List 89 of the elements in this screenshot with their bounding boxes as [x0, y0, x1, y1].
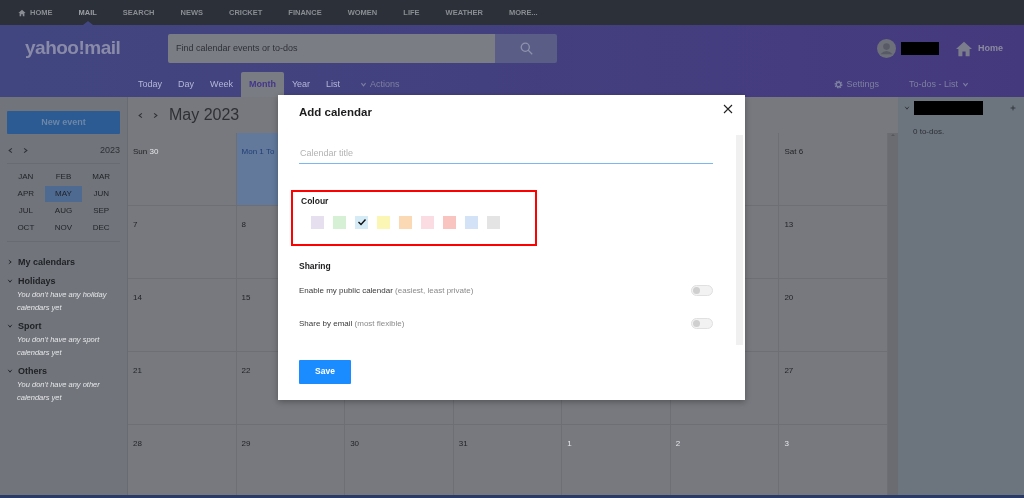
check-icon [356, 217, 367, 228]
toggle-switch[interactable] [691, 285, 713, 297]
calendar-group[interactable]: My calendars [18, 255, 76, 269]
day-cell[interactable]: Sun 30 [128, 133, 237, 206]
caret-icon[interactable] [360, 81, 368, 88]
expand-icon[interactable] [7, 259, 13, 266]
day-cell[interactable]: Sat 6 [779, 133, 888, 206]
search-field[interactable]: Find calendar events or to-dos [168, 34, 495, 63]
option-label: Share by email (most flexible) [299, 317, 405, 330]
day-label: 29 [241, 439, 251, 448]
search-button[interactable] [495, 34, 557, 63]
caret-icon[interactable] [962, 81, 969, 88]
day-label: 27 [784, 366, 794, 375]
calendar-group[interactable]: Holidays [18, 274, 56, 288]
day-label: 3 [784, 439, 789, 448]
calendar-group[interactable]: Others [18, 364, 47, 378]
home-link[interactable]: Home [978, 41, 1003, 56]
calendar-title-field[interactable]: Calendar title [299, 142, 713, 164]
month-title: May 2023 [169, 105, 240, 125]
colour-swatch[interactable] [333, 215, 346, 229]
view-tab[interactable]: Month [240, 72, 284, 97]
day-label: 14 [133, 293, 142, 302]
day-label: Sun 30 [133, 147, 159, 156]
save-button[interactable]: Save [299, 359, 351, 384]
day-cell[interactable]: 20 [779, 279, 888, 352]
view-tab[interactable]: List [318, 72, 349, 97]
settings-icon[interactable] [834, 80, 844, 89]
next-icon[interactable] [152, 111, 159, 119]
colour-swatch[interactable] [487, 215, 500, 229]
scrollbar[interactable] [888, 133, 898, 498]
home-icon [18, 8, 26, 17]
day-label: 15 [241, 293, 251, 302]
day-cell[interactable]: 14 [128, 279, 237, 352]
view-tab[interactable]: Day [170, 72, 203, 97]
search-icon [519, 42, 533, 55]
settings-link[interactable]: Settings [846, 77, 879, 92]
redaction-bar [901, 42, 939, 55]
calendar-group[interactable]: Sport [18, 319, 42, 333]
day-cell[interactable]: 21 [128, 352, 237, 425]
previous-icon[interactable] [7, 146, 14, 154]
colour-swatch[interactable] [311, 215, 324, 229]
day-cell[interactable]: 27 [779, 352, 888, 425]
day-label: Sat 6 [784, 147, 804, 156]
day-label: 7 [133, 220, 138, 229]
day-label: 2 [675, 439, 681, 448]
day-label: 31 [458, 439, 468, 448]
new-event-button[interactable]: New event [7, 111, 120, 135]
day-label: 1 [567, 439, 572, 448]
colour-swatch[interactable] [399, 215, 412, 229]
colour-swatch[interactable] [355, 215, 368, 229]
collapse-icon[interactable] [7, 323, 13, 330]
close-button[interactable] [723, 103, 735, 115]
option-label: Enable my public calendar (easiest, least private) [299, 284, 474, 297]
collapse-icon[interactable] [7, 278, 13, 285]
day-cell[interactable]: 13 [779, 206, 888, 279]
day-label: Mon 1 To [241, 147, 275, 156]
add-icon[interactable] [1010, 105, 1016, 111]
day-label: 13 [784, 220, 794, 229]
redaction-bar [914, 101, 983, 115]
day-label: 20 [784, 293, 794, 302]
view-tab[interactable]: Today [130, 72, 171, 97]
dialog-title: Add calendar [299, 105, 372, 121]
view-tab[interactable]: Week [202, 72, 241, 97]
logo[interactable]: yahoo!mail [25, 34, 143, 63]
colour-swatch[interactable] [421, 215, 434, 229]
collapse-icon[interactable] [904, 105, 910, 111]
day-cell[interactable]: 7 [128, 206, 237, 279]
day-label: 30 [350, 439, 360, 448]
section-label: Colour [301, 195, 330, 208]
section-label: Sharing [299, 260, 332, 273]
toggle-switch[interactable] [691, 318, 713, 330]
day-label: 28 [133, 439, 142, 448]
colour-swatch[interactable] [465, 215, 478, 229]
next-icon[interactable] [22, 146, 29, 154]
home-icon[interactable] [956, 40, 972, 57]
day-label: 8 [241, 220, 246, 229]
actions-menu[interactable]: Actions [370, 77, 400, 92]
collapse-icon[interactable] [7, 368, 13, 375]
close-icon [723, 104, 733, 114]
previous-icon[interactable] [137, 111, 144, 119]
day-label: 21 [133, 366, 142, 375]
todos-view-menu[interactable]: To-dos - List [908, 77, 958, 92]
colour-swatch[interactable] [377, 215, 390, 229]
year-label: 2023 [99, 143, 120, 157]
avatar-icon[interactable] [877, 39, 896, 58]
colour-swatch[interactable] [443, 215, 456, 229]
view-tab[interactable]: Year [283, 72, 319, 97]
day-label: 22 [241, 366, 251, 375]
month-option[interactable]: MAY [44, 186, 83, 203]
